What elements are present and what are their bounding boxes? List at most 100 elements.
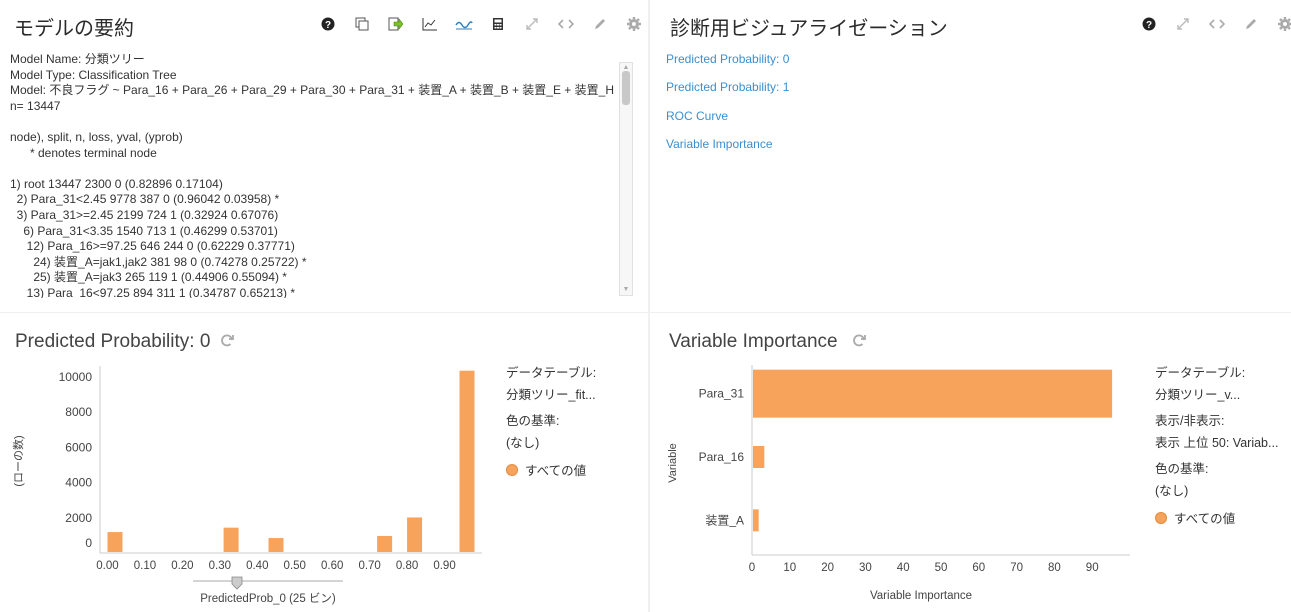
model-summary-text-area[interactable]: Model Name: 分類ツリー Model Type: Classificat… — [10, 52, 634, 298]
link-predicted-probability-1[interactable]: Predicted Probability: 1 — [666, 80, 789, 94]
bin-slider-handle[interactable] — [231, 576, 243, 590]
x-tick-label: 0.70 — [358, 560, 380, 572]
x-axis-label: Variable Importance — [870, 590, 972, 602]
x-tick-label: 60 — [972, 562, 985, 574]
summary-line: 13) Para_16<97.25 894 311 1 (0.34787 0.6… — [10, 285, 295, 298]
gear-icon[interactable] — [622, 14, 646, 34]
legend-swatch — [1155, 511, 1167, 524]
y-tick-label: 8000 — [65, 405, 92, 419]
legend-table-label: データテーブル: — [1155, 366, 1246, 380]
legend-color-value[interactable]: (なし) — [1155, 483, 1289, 500]
x-tick-label: 0.00 — [96, 560, 118, 572]
summary-toolbar: ? — [306, 14, 648, 34]
y-tick-label: 4000 — [65, 476, 92, 490]
importance-bar[interactable] — [753, 509, 759, 532]
legend-table-value[interactable]: 分類ツリー_v... — [1155, 387, 1289, 404]
panel-title: 診断用ビジュアライゼーション — [670, 18, 948, 40]
help-icon[interactable]: ? — [316, 14, 340, 34]
edit-icon[interactable] — [1239, 14, 1263, 34]
legend-color-label: 色の基準: — [506, 414, 560, 428]
gear-icon[interactable] — [1273, 14, 1291, 34]
legend-item[interactable]: すべての値 — [506, 461, 641, 478]
summary-line: 3) Para_31>=2.45 2199 724 1 (0.32924 0.6… — [10, 207, 279, 222]
histogram-bar[interactable] — [223, 527, 239, 552]
x-tick-label: 70 — [1010, 562, 1023, 574]
x-tick-label: 0.90 — [433, 560, 455, 572]
histogram-bar[interactable] — [459, 370, 475, 552]
copy-icon[interactable] — [350, 14, 374, 34]
histogram-chart[interactable]: 0 2000 4000 6000 8000 10000 0.00 0.10 0.20 0.30 0.… — [0, 313, 500, 612]
x-tick-label: 0.60 — [321, 560, 343, 572]
legend-series-label: すべての値 — [525, 464, 587, 478]
x-tick-label: 0.50 — [284, 560, 306, 572]
summary-line: node), split, n, loss, yval, (yprob) — [10, 129, 183, 144]
histogram-bar[interactable] — [107, 532, 123, 552]
summary-line: 6) Para_31<3.35 1540 713 1 (0.46299 0.53… — [10, 223, 278, 238]
calculator-icon[interactable] — [486, 14, 510, 34]
legend-color-label: 色の基準: — [1155, 462, 1209, 476]
legend-show-label: 表示/非表示: — [1155, 414, 1225, 428]
summary-line: Model: 不良フラグ ~ Para_16 + Para_26 + Para_… — [10, 83, 614, 98]
x-tick-label: 20 — [821, 562, 834, 574]
x-tick-label: 90 — [1086, 562, 1099, 574]
legend-item[interactable]: すべての値 — [1155, 509, 1289, 526]
link-roc-curve[interactable]: ROC Curve — [666, 109, 789, 123]
y-tick-label: 2000 — [65, 511, 92, 525]
variable-importance-panel: Variable Importance Para_31 Para_16 装置_A 0 1… — [650, 313, 1291, 612]
link-variable-importance[interactable]: Variable Importance — [666, 137, 789, 151]
summary-line: * denotes terminal node — [10, 145, 157, 160]
summary-line: 24) 装置_A=jak1,jak2 381 98 0 (0.74278 0.2… — [10, 254, 307, 269]
x-tick-label: 0.40 — [246, 560, 268, 572]
x-tick-label: 80 — [1048, 562, 1061, 574]
summary-line: 12) Para_16>=97.25 646 244 0 (0.62229 0.… — [10, 239, 295, 254]
legend-color-value[interactable]: (なし) — [506, 435, 641, 452]
svg-text:?: ? — [1146, 20, 1152, 31]
category-label: Para_16 — [699, 450, 745, 464]
histogram-bar[interactable] — [377, 535, 393, 552]
edit-icon[interactable] — [588, 14, 612, 34]
summary-line — [10, 161, 634, 177]
histogram-bar[interactable] — [407, 517, 423, 552]
panel-title: モデルの要約 — [14, 18, 134, 40]
expand-icon[interactable] — [1171, 14, 1195, 34]
summary-scrollbar[interactable]: ▲ ▼ — [619, 62, 633, 296]
diagnostics-panel: 診断用ビジュアライゼーション ? Predicted Probability: … — [650, 0, 1291, 312]
variable-importance-chart[interactable]: Para_31 Para_16 装置_A 0 10 20 30 40 50 60 70 80 90 Va… — [650, 313, 1150, 612]
link-predicted-probability-0[interactable]: Predicted Probability: 0 — [666, 52, 789, 66]
svg-text:?: ? — [325, 20, 331, 31]
model-summary-text: Model Name: 分類ツリー Model Type: Classificat… — [10, 52, 634, 298]
predicted-probability-panel: Predicted Probability: 0 0 2000 4000 6000 80… — [0, 313, 648, 612]
x-tick-label: 0.10 — [134, 560, 156, 572]
model-summary-panel: モデルの要約 ? Model Name: 分類ツリー Model Type: Cl… — [0, 0, 648, 312]
expand-icon[interactable] — [520, 14, 544, 34]
legend-show-value[interactable]: 表示 上位 50: Variab... — [1155, 435, 1289, 452]
summary-line: 1) root 13447 2300 0 (0.82896 0.17104) — [10, 176, 223, 191]
diagnostics-link-list: Predicted Probability: 0 Predicted Proba… — [666, 52, 789, 166]
line-chart-icon[interactable] — [418, 14, 442, 34]
x-tick-label: 50 — [935, 562, 948, 574]
importance-bar[interactable] — [753, 369, 1113, 418]
legend-swatch — [506, 463, 518, 476]
diagnostics-toolbar: ? — [1127, 14, 1291, 34]
scroll-thumb[interactable] — [622, 71, 630, 105]
x-tick-label: 0 — [749, 562, 755, 574]
legend-table-label: データテーブル: — [506, 366, 597, 380]
scroll-down-icon[interactable]: ▼ — [620, 285, 632, 295]
summary-line: n= 13447 — [10, 98, 61, 113]
category-label: 装置_A — [705, 513, 744, 527]
export-icon[interactable] — [384, 14, 408, 34]
help-icon[interactable]: ? — [1137, 14, 1161, 34]
legend: データテーブル: 分類ツリー_fit... 色の基準: (なし) すべての値 — [506, 365, 641, 478]
x-tick-label: 10 — [783, 562, 796, 574]
importance-bar[interactable] — [753, 446, 765, 468]
histogram-bar[interactable] — [268, 538, 284, 552]
x-tick-label: 40 — [897, 562, 910, 574]
wave-chart-icon[interactable] — [452, 14, 476, 34]
summary-line: Model Type: Classification Tree — [10, 67, 177, 82]
y-tick-label: 6000 — [65, 440, 92, 454]
code-icon[interactable] — [554, 14, 578, 34]
summary-line: 2) Para_31<2.45 9778 387 0 (0.96042 0.03… — [10, 192, 280, 207]
legend-table-value[interactable]: 分類ツリー_fit... — [506, 387, 641, 404]
code-icon[interactable] — [1205, 14, 1229, 34]
y-axis-label: (ローの数) — [12, 435, 25, 486]
